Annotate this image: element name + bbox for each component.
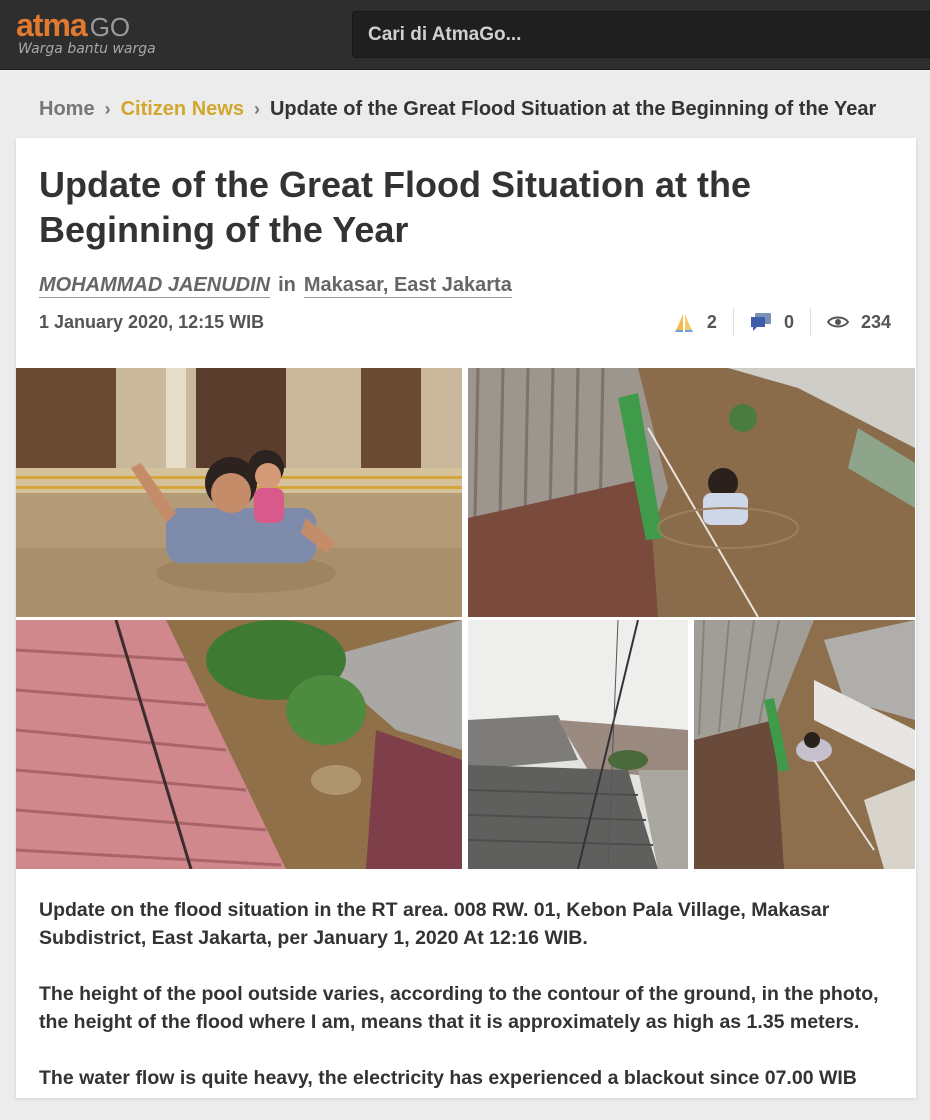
article-paragraph: The height of the pool outside varies, a… <box>39 983 879 1033</box>
breadcrumb-separator: › <box>104 99 111 119</box>
views-count: 234 <box>860 311 891 332</box>
photo-man-with-child-in-flood[interactable] <box>16 368 462 617</box>
views-stat: 234 <box>809 308 891 336</box>
logo-tagline: Warga bantu warga <box>18 41 156 57</box>
photo-man-in-flood-from-above[interactable] <box>468 368 915 617</box>
article-title: Update of the Great Flood Situation at t… <box>39 164 752 250</box>
atmago-logo[interactable]: atma GO Warga bantu warga <box>16 8 176 62</box>
thanks-stat[interactable]: 2 <box>657 308 733 336</box>
comments-count: 0 <box>783 311 794 332</box>
search-box <box>352 11 930 58</box>
praying-hands-icon <box>673 312 695 332</box>
eye-icon <box>826 315 849 329</box>
breadcrumb-category-link[interactable]: Citizen News <box>121 98 244 120</box>
logo-wordmark: atma GO <box>16 7 131 43</box>
comment-icon <box>750 312 772 332</box>
thanks-count: 2 <box>706 311 717 332</box>
breadcrumb-home-link[interactable]: Home <box>39 98 95 120</box>
breadcrumb-separator: › <box>253 99 260 119</box>
search-input[interactable] <box>353 12 930 57</box>
breadcrumb: Home › Citizen News › Update of the Great Fl… <box>39 96 876 122</box>
article-date: 1 January 2020, 12:15 WIB <box>39 312 265 332</box>
byline-in: in <box>278 274 296 296</box>
location-link[interactable]: Makasar, East Jakarta <box>303 274 512 298</box>
article-byline: MOHAMMAD JAENUDIN in Makasar, East Jakarta <box>39 274 512 298</box>
comments-stat[interactable]: 0 <box>732 308 810 336</box>
top-navigation-bar: atma GO Warga bantu warga <box>0 0 930 70</box>
photo-rooftops-and-wires[interactable] <box>468 620 688 869</box>
article-body: Update on the flood situation in the RT … <box>39 896 899 1120</box>
article-stats: 2 0 234 <box>657 308 891 336</box>
photo-flooded-roofs[interactable] <box>16 620 462 869</box>
breadcrumb-current: Update of the Great Flood Situation at t… <box>269 98 877 120</box>
photo-flooded-alley[interactable] <box>694 620 915 869</box>
article-paragraph: Update on the flood situation in the RT … <box>39 899 830 949</box>
author-link[interactable]: MOHAMMAD JAENUDIN <box>39 274 271 298</box>
